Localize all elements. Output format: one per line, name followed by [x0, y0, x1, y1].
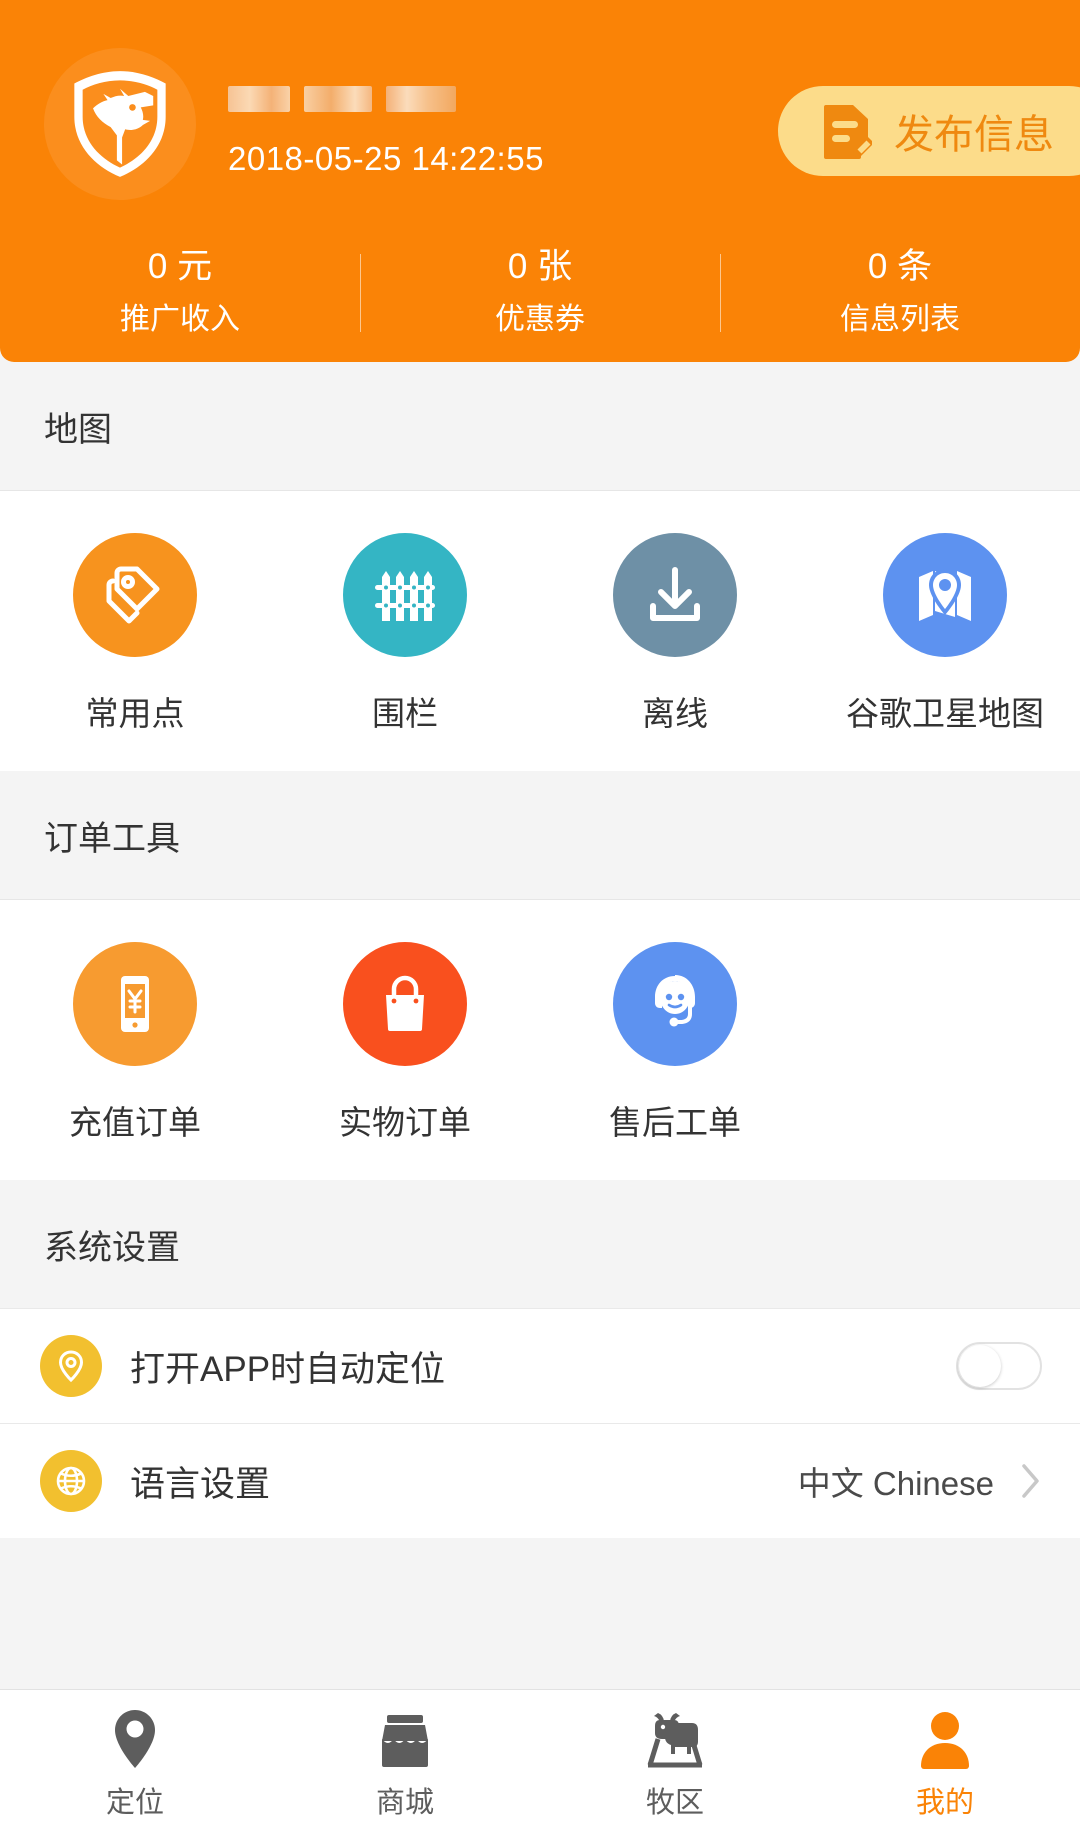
nav-item-location[interactable]: 定位 [0, 1701, 270, 1821]
section-title-order-tools: 订单工具 [0, 771, 1080, 899]
toggle-knob [959, 1345, 1001, 1387]
grid-item-offline[interactable]: 离线 [540, 533, 810, 735]
grid-item-recharge-order[interactable]: 充值订单 [0, 942, 270, 1144]
download-icon [613, 533, 737, 657]
globe-icon [40, 1450, 102, 1512]
grid-item-aftersales-ticket[interactable]: 售后工单 [540, 942, 810, 1144]
map-pin-icon [883, 533, 1007, 657]
setting-row-auto-locate[interactable]: 打开APP时自动定位 [0, 1308, 1080, 1423]
stat-label: 推广收入 [120, 303, 240, 337]
nav-item-pasture[interactable]: 牧区 [540, 1701, 810, 1821]
location-pin-icon [40, 1335, 102, 1397]
grid-item-label: 围栏 [372, 695, 438, 732]
language-value: 中文 Chinese [797, 1465, 994, 1502]
stat-value: 0 元 [147, 246, 213, 286]
grid-item-fence[interactable]: 围栏 [270, 533, 540, 735]
profile-row: 2018-05-25 14:22:55 [44, 48, 544, 200]
setting-label: 打开APP时自动定位 [130, 1349, 446, 1389]
bottom-navigation: 定位 商城 牧区 我的 [0, 1689, 1080, 1831]
nav-item-label: 我的 [915, 1786, 974, 1819]
stat-value: 0 条 [867, 246, 933, 286]
username-masked [228, 82, 544, 116]
location-pin-icon [107, 1701, 163, 1771]
grid-item-label: 常用点 [85, 695, 185, 732]
profile-text: 2018-05-25 14:22:55 [228, 48, 544, 178]
person-icon [916, 1701, 974, 1771]
grid-item-label: 售后工单 [609, 1104, 741, 1141]
stats-row: 0 元 推广收入 0 张 优惠券 0 条 信息列表 [0, 246, 1080, 338]
profile-header: 2018-05-25 14:22:55 发布信息 0 元 推广收入 0 张 优惠… [0, 0, 1080, 362]
stat-value: 0 张 [507, 246, 573, 286]
price-tags-icon [73, 533, 197, 657]
cattle-pasture-icon [640, 1701, 710, 1771]
document-edit-icon [822, 103, 872, 159]
stat-item-coupons[interactable]: 0 张 优惠券 [360, 246, 720, 338]
customer-service-icon [613, 942, 737, 1066]
grid-item-empty [810, 942, 1080, 1144]
shopping-bag-icon [343, 942, 467, 1066]
login-datetime: 2018-05-25 14:22:55 [228, 140, 544, 177]
fence-icon [343, 533, 467, 657]
section-title-system-settings: 系统设置 [0, 1180, 1080, 1308]
nav-item-store[interactable]: 商城 [270, 1701, 540, 1821]
grid-item-label: 实物订单 [339, 1104, 471, 1141]
grid-item-label: 离线 [642, 695, 708, 732]
mask-chunk [304, 86, 372, 112]
avatar[interactable] [44, 48, 196, 200]
stat-item-info-list[interactable]: 0 条 信息列表 [720, 246, 1080, 338]
stat-label: 优惠券 [495, 303, 585, 337]
setting-row-language[interactable]: 语言设置 中文 Chinese [0, 1423, 1080, 1538]
app-screen: 2018-05-25 14:22:55 发布信息 0 元 推广收入 0 张 优惠… [0, 0, 1080, 1831]
grid-item-physical-order[interactable]: 实物订单 [270, 942, 540, 1144]
nav-item-label: 商城 [375, 1786, 434, 1819]
store-icon [374, 1701, 436, 1771]
order-tools-grid: 充值订单 实物订单 售后工单 [0, 900, 1080, 1180]
nav-item-label: 牧区 [645, 1786, 704, 1819]
mask-chunk [228, 86, 290, 112]
nav-item-label: 定位 [105, 1786, 164, 1819]
grid-item-label: 充值订单 [69, 1104, 201, 1141]
stat-label: 信息列表 [840, 303, 960, 337]
phone-yuan-icon [73, 942, 197, 1066]
publish-info-button[interactable]: 发布信息 [778, 86, 1080, 176]
setting-label: 语言设置 [130, 1464, 271, 1504]
grid-item-google-satellite-map[interactable]: 谷歌卫星地图 [810, 533, 1080, 735]
nav-item-mine[interactable]: 我的 [810, 1701, 1080, 1821]
map-tools-grid: 常用点 围栏 离线 谷歌卫星地图 [0, 491, 1080, 771]
grid-item-favorite-points[interactable]: 常用点 [0, 533, 270, 735]
section-title-map: 地图 [0, 362, 1080, 490]
mask-chunk [386, 86, 456, 112]
auto-locate-toggle[interactable] [956, 1342, 1042, 1390]
chevron-right-icon [1020, 1462, 1042, 1500]
grid-item-label: 谷歌卫星地图 [846, 695, 1044, 732]
publish-info-label: 发布信息 [894, 113, 1054, 157]
shield-horse-logo-icon [74, 71, 166, 177]
stat-item-income[interactable]: 0 元 推广收入 [0, 246, 360, 338]
